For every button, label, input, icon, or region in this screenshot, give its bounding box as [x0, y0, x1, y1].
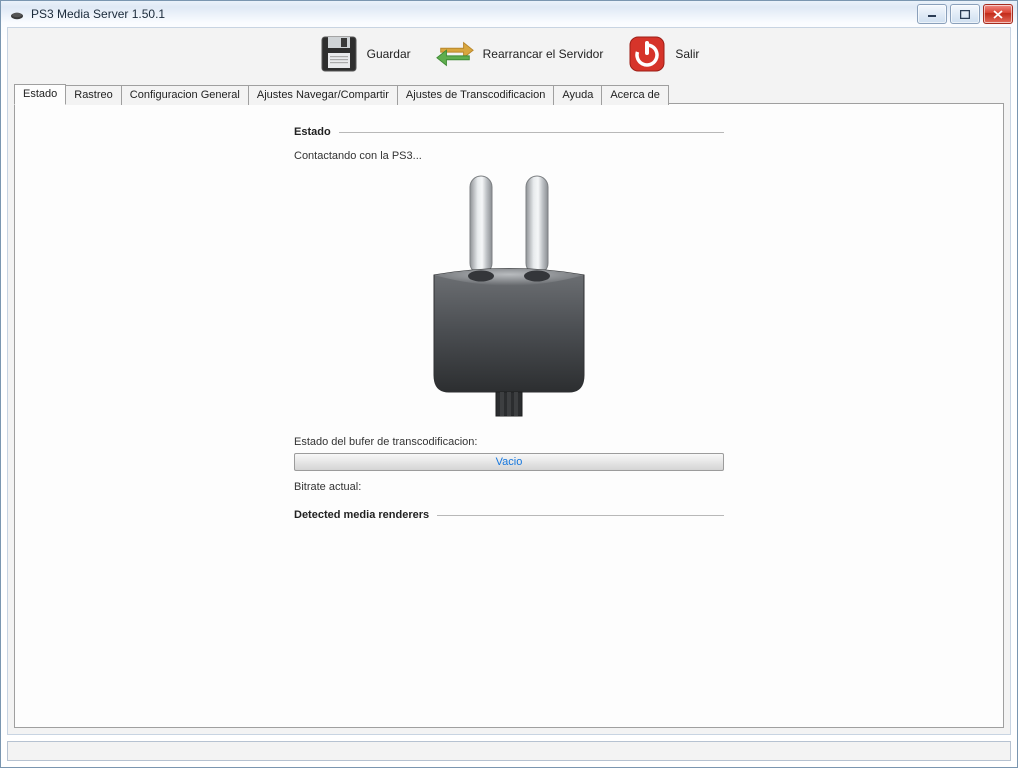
app-window: PS3 Media Server 1.50.1 — [0, 0, 1018, 768]
connection-plug-icon — [294, 170, 724, 420]
window-controls — [917, 4, 1013, 24]
renderers-group-title: Detected media renderers — [294, 509, 724, 521]
divider — [437, 515, 724, 516]
buffer-label: Estado del bufer de transcodificacion: — [294, 436, 724, 448]
tab-ayuda[interactable]: Ayuda — [553, 85, 602, 105]
close-button[interactable] — [983, 4, 1013, 24]
title-bar[interactable]: PS3 Media Server 1.50.1 — [1, 1, 1017, 27]
refresh-arrows-icon — [435, 34, 475, 74]
transcode-buffer-bar: Vacio — [294, 453, 724, 471]
status-group-label: Estado — [294, 126, 331, 138]
save-label: Guardar — [367, 47, 411, 61]
status-group-title: Estado — [294, 126, 724, 138]
tab-content: Estado Contactando con la PS3... — [14, 103, 1004, 728]
tab-rastreo[interactable]: Rastreo — [65, 85, 122, 105]
tab-ajustes-navegar-compartir[interactable]: Ajustes Navegar/Compartir — [248, 85, 398, 105]
bitrate-label: Bitrate actual: — [294, 481, 724, 493]
tab-strip: Estado Rastreo Configuracion General Aju… — [8, 82, 1010, 104]
buffer-value: Vacio — [496, 456, 523, 468]
divider — [339, 132, 724, 133]
client-area: Guardar Rearrancar el Servidor — [7, 27, 1011, 735]
renderers-group-label: Detected media renderers — [294, 509, 429, 521]
restart-server-button[interactable]: Rearrancar el Servidor — [435, 34, 604, 74]
status-panel: Estado Contactando con la PS3... — [294, 122, 724, 527]
exit-label: Salir — [675, 47, 699, 61]
tab-configuracion-general[interactable]: Configuracion General — [121, 85, 249, 105]
tab-acerca-de[interactable]: Acerca de — [601, 85, 669, 105]
tab-ajustes-transcodificacion[interactable]: Ajustes de Transcodificacion — [397, 85, 554, 105]
power-icon — [627, 34, 667, 74]
tab-estado[interactable]: Estado — [14, 84, 66, 105]
floppy-disk-icon — [319, 34, 359, 74]
status-bar — [7, 741, 1011, 761]
minimize-button[interactable] — [917, 4, 947, 24]
app-icon — [9, 6, 25, 22]
exit-button[interactable]: Salir — [627, 34, 699, 74]
window-title: PS3 Media Server 1.50.1 — [31, 7, 165, 21]
restart-label: Rearrancar el Servidor — [483, 47, 604, 61]
toolbar: Guardar Rearrancar el Servidor — [8, 28, 1010, 82]
connecting-status-text: Contactando con la PS3... — [294, 150, 724, 162]
save-button[interactable]: Guardar — [319, 34, 411, 74]
maximize-button[interactable] — [950, 4, 980, 24]
